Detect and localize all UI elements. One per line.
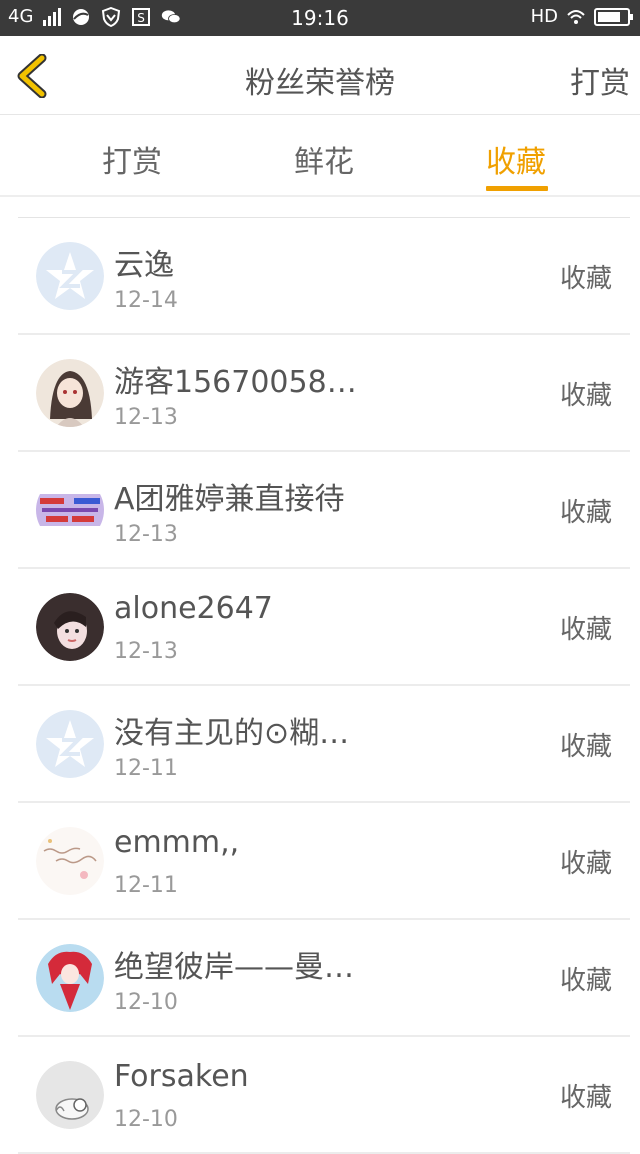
tab-flowers[interactable]: 鲜花 — [294, 137, 354, 181]
active-tab-indicator — [486, 186, 548, 191]
status-bar: 4G S 19:16 HD — [0, 0, 640, 36]
fan-name: Forsaken — [114, 1059, 249, 1094]
fan-name: 游客15670058… — [114, 365, 357, 400]
handwriting-avatar-icon[interactable] — [36, 827, 104, 895]
anime-girl-avatar-icon[interactable] — [36, 359, 104, 427]
anime-red-avatar-icon[interactable] — [36, 944, 104, 1012]
fan-name: A团雅婷兼直接待 — [114, 482, 345, 517]
fan-action: 收藏 — [559, 966, 612, 996]
fan-action: 收藏 — [559, 732, 612, 762]
reward-button[interactable]: 打赏 — [570, 58, 630, 102]
default-qq-avatar-icon[interactable] — [36, 710, 104, 778]
wifi-icon — [567, 9, 585, 24]
tab-reward[interactable]: 打赏 — [102, 137, 162, 181]
fan-action: 收藏 — [559, 381, 612, 411]
list-item[interactable]: A团雅婷兼直接待 12-13 收藏 — [18, 452, 630, 569]
list-item[interactable]: 游客15670058… 12-13 收藏 — [18, 335, 630, 452]
text-banner-avatar-icon[interactable] — [36, 476, 104, 544]
fan-list: 云逸 12-14 收藏 游客15670058… 12-13 收藏 A团雅婷兼直接… — [18, 217, 630, 1154]
default-qq-avatar-icon[interactable] — [36, 242, 104, 310]
tab-bar: 打赏 鲜花 收藏 — [0, 115, 640, 197]
list-item[interactable]: emmm,, 12-11 收藏 — [18, 803, 630, 920]
fan-date: 12-10 — [114, 990, 178, 1015]
fan-action: 收藏 — [559, 264, 612, 294]
list-item[interactable]: Forsaken 12-10 收藏 — [18, 1037, 630, 1154]
fan-action: 收藏 — [559, 1083, 612, 1113]
fan-name: 云逸 — [114, 248, 174, 283]
fan-name: 绝望彼岸——曼… — [114, 950, 354, 985]
fan-action: 收藏 — [559, 849, 612, 879]
hd-label: HD — [530, 6, 558, 27]
cat-sketch-avatar-icon[interactable] — [36, 1061, 104, 1129]
page-title: 粉丝荣誉榜 — [245, 66, 395, 101]
fan-date: 12-10 — [114, 1107, 178, 1132]
fan-name: alone2647 — [114, 591, 273, 626]
list-item[interactable]: alone2647 12-13 收藏 — [18, 569, 630, 686]
nav-header: 粉丝荣誉榜 打赏 — [0, 36, 640, 115]
girl-photo-avatar-icon[interactable] — [36, 593, 104, 661]
fan-name: 没有主见的⊙糊… — [114, 716, 350, 751]
fan-action: 收藏 — [559, 615, 612, 645]
fan-date: 12-11 — [114, 873, 178, 898]
fan-action: 收藏 — [559, 498, 612, 528]
fan-date: 12-11 — [114, 756, 178, 781]
tab-favorites[interactable]: 收藏 — [486, 137, 546, 181]
list-item[interactable]: 绝望彼岸——曼… 12-10 收藏 — [18, 920, 630, 1037]
list-item[interactable]: 云逸 12-14 收藏 — [18, 218, 630, 335]
list-item[interactable]: 没有主见的⊙糊… 12-11 收藏 — [18, 686, 630, 803]
fan-date: 12-13 — [114, 405, 178, 430]
fan-name: emmm,, — [114, 825, 240, 860]
fan-date: 12-13 — [114, 522, 178, 547]
fan-date: 12-14 — [114, 288, 178, 313]
battery-icon — [594, 7, 633, 26]
fan-date: 12-13 — [114, 639, 178, 664]
